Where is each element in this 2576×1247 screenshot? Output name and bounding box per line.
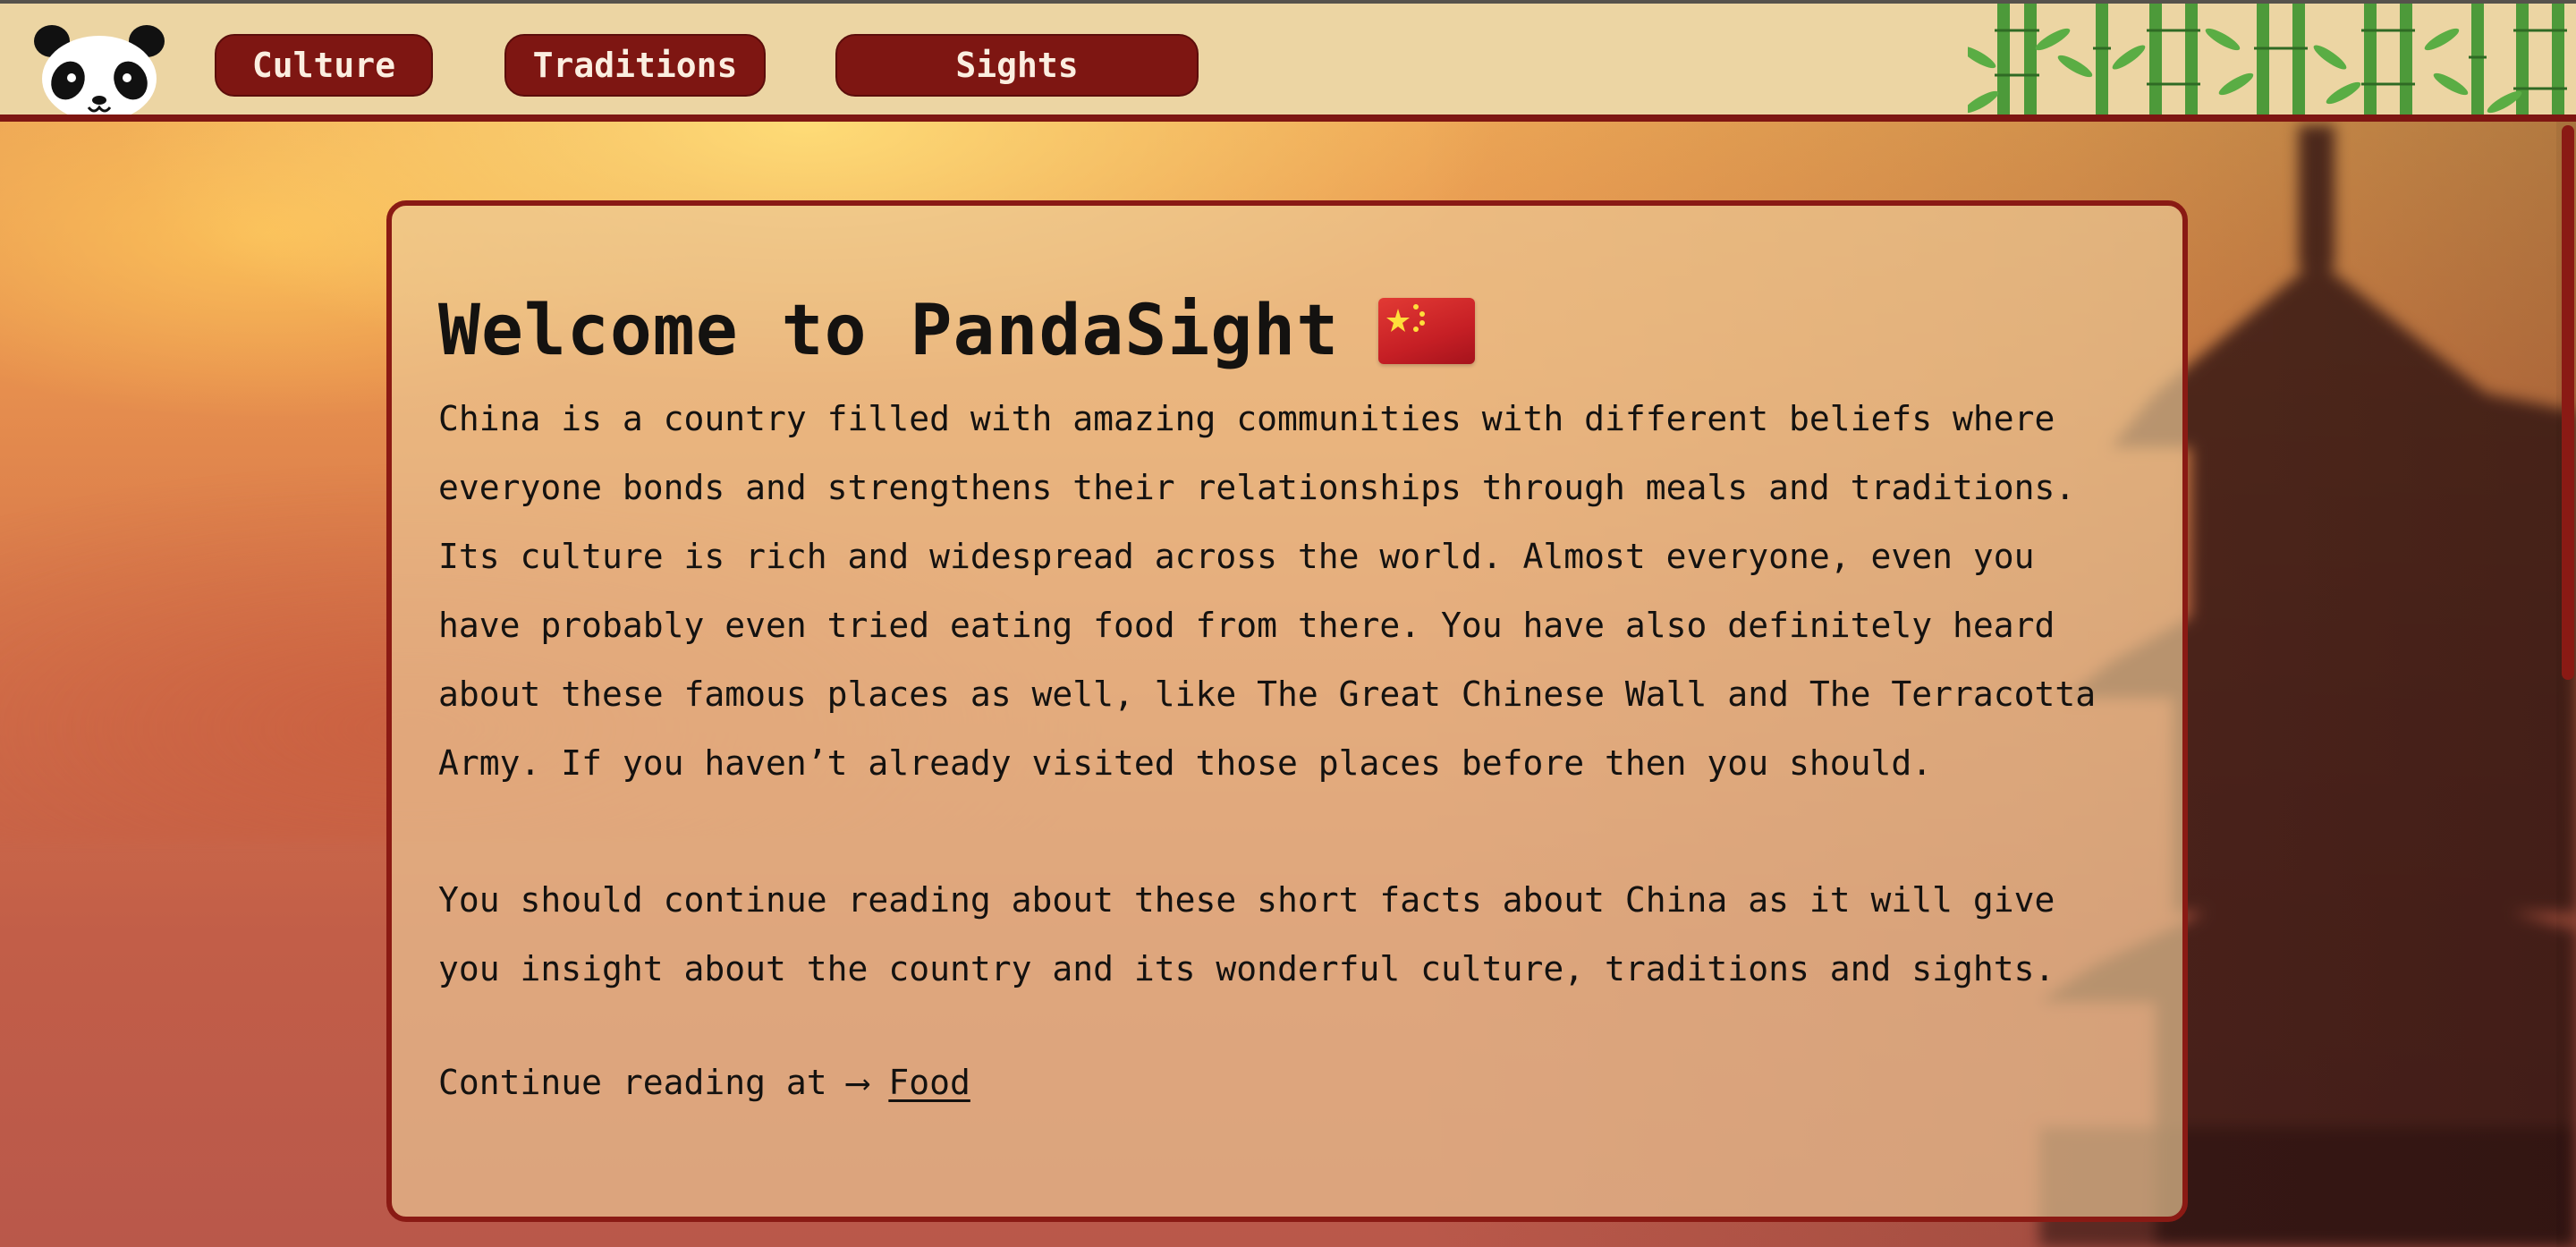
panda-icon[interactable] [32,18,166,122]
bamboo-icon [1968,4,2567,115]
top-navigation-bar: Culture Traditions Sights [0,0,2576,122]
intro-paragraph: China is a country filled with amazing c… [438,399,2097,783]
food-link[interactable]: Food [888,1063,970,1102]
page-title-row: Welcome to PandaSight [438,284,2136,377]
continue-reading-label: Continue reading at ⟶ [438,1063,889,1102]
reading-paragraph: You should continue reading about these … [438,880,2055,988]
china-flag-icon [1378,298,1476,364]
nav-sights-button[interactable]: Sights [835,34,1199,97]
welcome-card: Welcome to PandaSight China is a country… [386,200,2188,1222]
page-title: Welcome to PandaSight [438,291,1340,371]
scrollbar-thumb[interactable] [2562,125,2574,680]
page-scrollbar[interactable] [2556,122,2576,1247]
nav-traditions-button[interactable]: Traditions [504,34,766,97]
nav-culture-button[interactable]: Culture [215,34,433,97]
continue-reading-line: Continue reading at ⟶ Food [438,1048,2136,1117]
